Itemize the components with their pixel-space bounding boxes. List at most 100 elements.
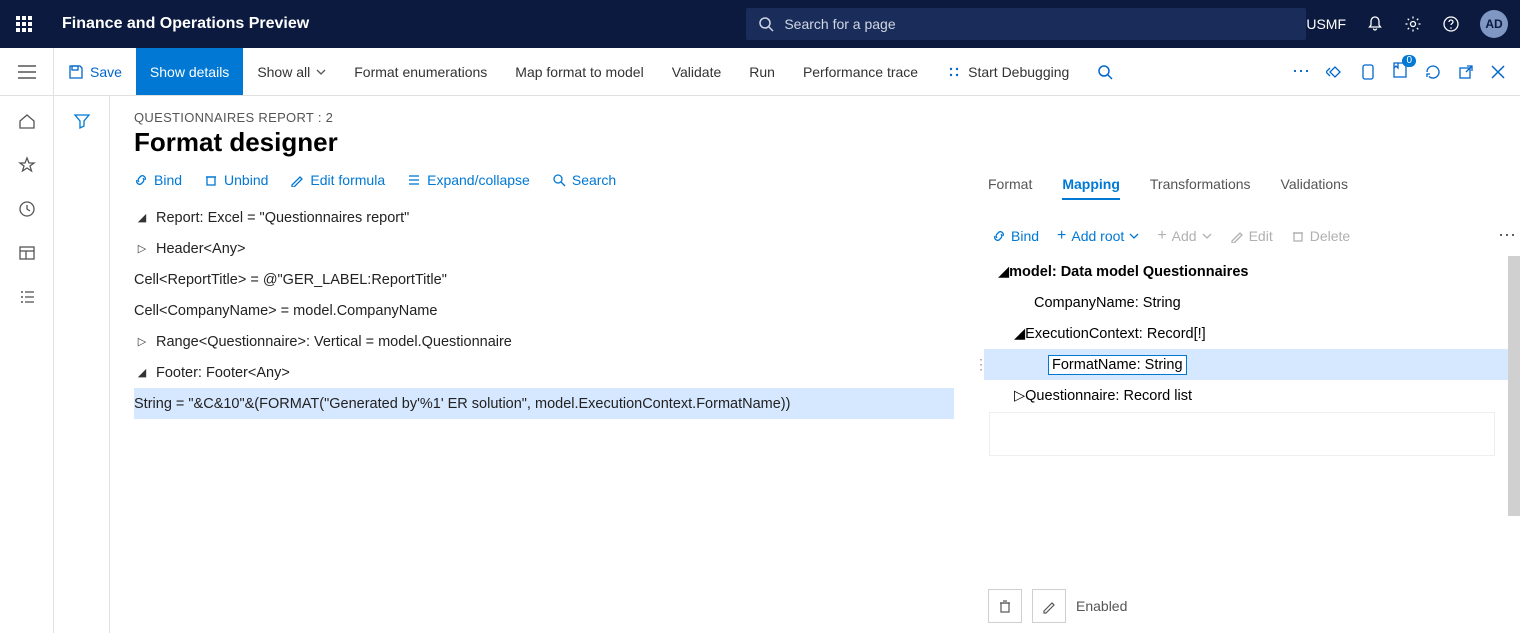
- tab-format[interactable]: Format: [988, 176, 1032, 200]
- nav-toggle-button[interactable]: [0, 48, 54, 95]
- tree-node-executioncontext[interactable]: ◢ExecutionContext: Record[!]: [984, 318, 1520, 349]
- expander-icon[interactable]: ▷: [134, 242, 150, 255]
- run-button[interactable]: Run: [735, 48, 789, 95]
- scrollbar[interactable]: [1508, 256, 1520, 516]
- tree-node-footer[interactable]: ◢Footer: Footer<Any>: [134, 357, 954, 388]
- right-more-button[interactable]: ⋯: [1498, 225, 1516, 246]
- expander-icon[interactable]: ◢: [134, 366, 150, 379]
- chevron-down-icon: [316, 69, 326, 75]
- refresh-icon[interactable]: [1424, 63, 1442, 81]
- top-right-icons: USMF AD: [1306, 10, 1508, 38]
- edit-item-button[interactable]: [1032, 589, 1066, 623]
- expander-icon[interactable]: ▷: [134, 335, 150, 348]
- edit-formula-button[interactable]: Edit formula: [290, 172, 385, 188]
- tree-node-companyname[interactable]: CompanyName: String: [984, 287, 1520, 318]
- close-icon[interactable]: [1490, 64, 1506, 80]
- ribbon-right-controls: ⋯ 0: [1292, 48, 1520, 95]
- list-icon: [407, 173, 421, 187]
- action-ribbon: Save Show details Show all Format enumer…: [0, 48, 1520, 96]
- tree-node-questionnaire[interactable]: ▷Questionnaire: Record list: [984, 380, 1520, 411]
- data-model-tree: ◢model: Data model Questionnaires Compan…: [984, 256, 1520, 411]
- chevron-down-icon: [1202, 233, 1212, 239]
- mapping-pane: Format Mapping Transformations Validatio…: [984, 96, 1520, 633]
- format-enumerations-button[interactable]: Format enumerations: [340, 48, 501, 95]
- validate-button[interactable]: Validate: [658, 48, 736, 95]
- filter-rail: [54, 96, 110, 633]
- notes-badge: 0: [1402, 55, 1416, 67]
- filter-icon[interactable]: [73, 112, 91, 130]
- pencil-icon: [290, 173, 304, 187]
- notes-button[interactable]: 0: [1392, 61, 1408, 82]
- right-bind-button[interactable]: Bind: [992, 228, 1039, 244]
- bell-icon[interactable]: [1366, 15, 1384, 33]
- tree-node-string-formula[interactable]: String = "&C&10"&(FORMAT("Generated by'%…: [134, 388, 954, 419]
- tab-validations[interactable]: Validations: [1281, 176, 1348, 200]
- page-body: QUESTIONNAIRES REPORT : 2 Format designe…: [0, 96, 1520, 633]
- expander-icon[interactable]: ◢: [1014, 326, 1025, 342]
- save-icon: [68, 64, 84, 80]
- format-tree: ◢Report: Excel = "Questionnaires report"…: [134, 202, 954, 419]
- pencil-icon: [1041, 598, 1057, 614]
- company-label[interactable]: USMF: [1306, 16, 1346, 32]
- performance-trace-button[interactable]: Performance trace: [789, 48, 932, 95]
- left-pane-toolbar: Bind Unbind Edit formula Expand/collapse…: [134, 172, 954, 188]
- trash-icon: [997, 598, 1013, 614]
- tree-node-cell-companyname[interactable]: Cell<CompanyName> = model.CompanyName: [134, 295, 954, 326]
- expander-icon[interactable]: ▷: [1014, 388, 1025, 404]
- delete-item-button[interactable]: [988, 589, 1022, 623]
- tree-node-cell-reporttitle[interactable]: Cell<ReportTitle> = @"GER_LABEL:ReportTi…: [134, 264, 954, 295]
- global-search-input[interactable]: Search for a page: [746, 8, 1306, 40]
- expander-icon[interactable]: ◢: [134, 211, 150, 224]
- tree-node-model[interactable]: ◢model: Data model Questionnaires: [984, 256, 1520, 287]
- search-icon: [552, 173, 566, 187]
- expand-collapse-button[interactable]: Expand/collapse: [407, 172, 530, 188]
- link-icon: [134, 173, 148, 187]
- start-debugging-button[interactable]: Start Debugging: [932, 48, 1083, 95]
- app-launcher-button[interactable]: [8, 16, 40, 32]
- add-root-button[interactable]: +Add root: [1057, 227, 1139, 245]
- pencil-icon: [1230, 229, 1244, 243]
- content-area: QUESTIONNAIRES REPORT : 2 Format designe…: [110, 96, 1520, 633]
- right-pane-toolbar: Bind +Add root +Add Edit Delete ⋯: [984, 211, 1520, 256]
- tab-transformations[interactable]: Transformations: [1150, 176, 1251, 200]
- tree-node-formatname[interactable]: FormatName: String: [984, 349, 1520, 380]
- map-format-to-model-button[interactable]: Map format to model: [501, 48, 657, 95]
- waffle-icon: [16, 16, 32, 32]
- show-details-button[interactable]: Show details: [136, 48, 243, 95]
- star-icon[interactable]: [18, 156, 36, 174]
- hamburger-icon: [18, 65, 36, 79]
- recent-icon[interactable]: [18, 200, 36, 218]
- breadcrumb: QUESTIONNAIRES REPORT : 2: [134, 110, 954, 125]
- trash-icon: [204, 173, 218, 187]
- add-button: +Add: [1157, 227, 1211, 245]
- format-tree-pane: QUESTIONNAIRES REPORT : 2 Format designe…: [110, 96, 978, 633]
- tree-node-report[interactable]: ◢Report: Excel = "Questionnaires report": [134, 202, 954, 233]
- help-icon[interactable]: [1442, 15, 1460, 33]
- tree-node-header[interactable]: ▷Header<Any>: [134, 233, 954, 264]
- tree-node-range-questionnaire[interactable]: ▷Range<Questionnaire>: Vertical = model.…: [134, 326, 954, 357]
- diamond-icon[interactable]: [1326, 63, 1344, 81]
- ribbon-search-button[interactable]: [1083, 48, 1127, 95]
- more-button[interactable]: ⋯: [1292, 61, 1310, 82]
- expander-icon[interactable]: ◢: [998, 264, 1009, 280]
- tree-search-button[interactable]: Search: [552, 172, 616, 188]
- attachment-icon[interactable]: [1360, 63, 1376, 81]
- details-placeholder: [988, 411, 1496, 457]
- tab-mapping[interactable]: Mapping: [1062, 176, 1120, 200]
- home-icon[interactable]: [18, 112, 36, 130]
- popout-icon[interactable]: [1458, 64, 1474, 80]
- save-button[interactable]: Save: [54, 48, 136, 95]
- bind-button[interactable]: Bind: [134, 172, 182, 188]
- edit-button: Edit: [1230, 228, 1273, 244]
- workspaces-icon[interactable]: [18, 244, 36, 262]
- search-icon: [1097, 64, 1113, 80]
- user-avatar[interactable]: AD: [1480, 10, 1508, 38]
- right-pane-tabs: Format Mapping Transformations Validatio…: [984, 176, 1520, 211]
- unbind-button[interactable]: Unbind: [204, 172, 268, 188]
- show-all-button[interactable]: Show all: [243, 48, 340, 95]
- gear-icon[interactable]: [1404, 15, 1422, 33]
- search-icon: [758, 16, 774, 32]
- debug-icon: [946, 64, 962, 80]
- modules-icon[interactable]: [18, 288, 36, 306]
- app-title: Finance and Operations Preview: [62, 15, 309, 33]
